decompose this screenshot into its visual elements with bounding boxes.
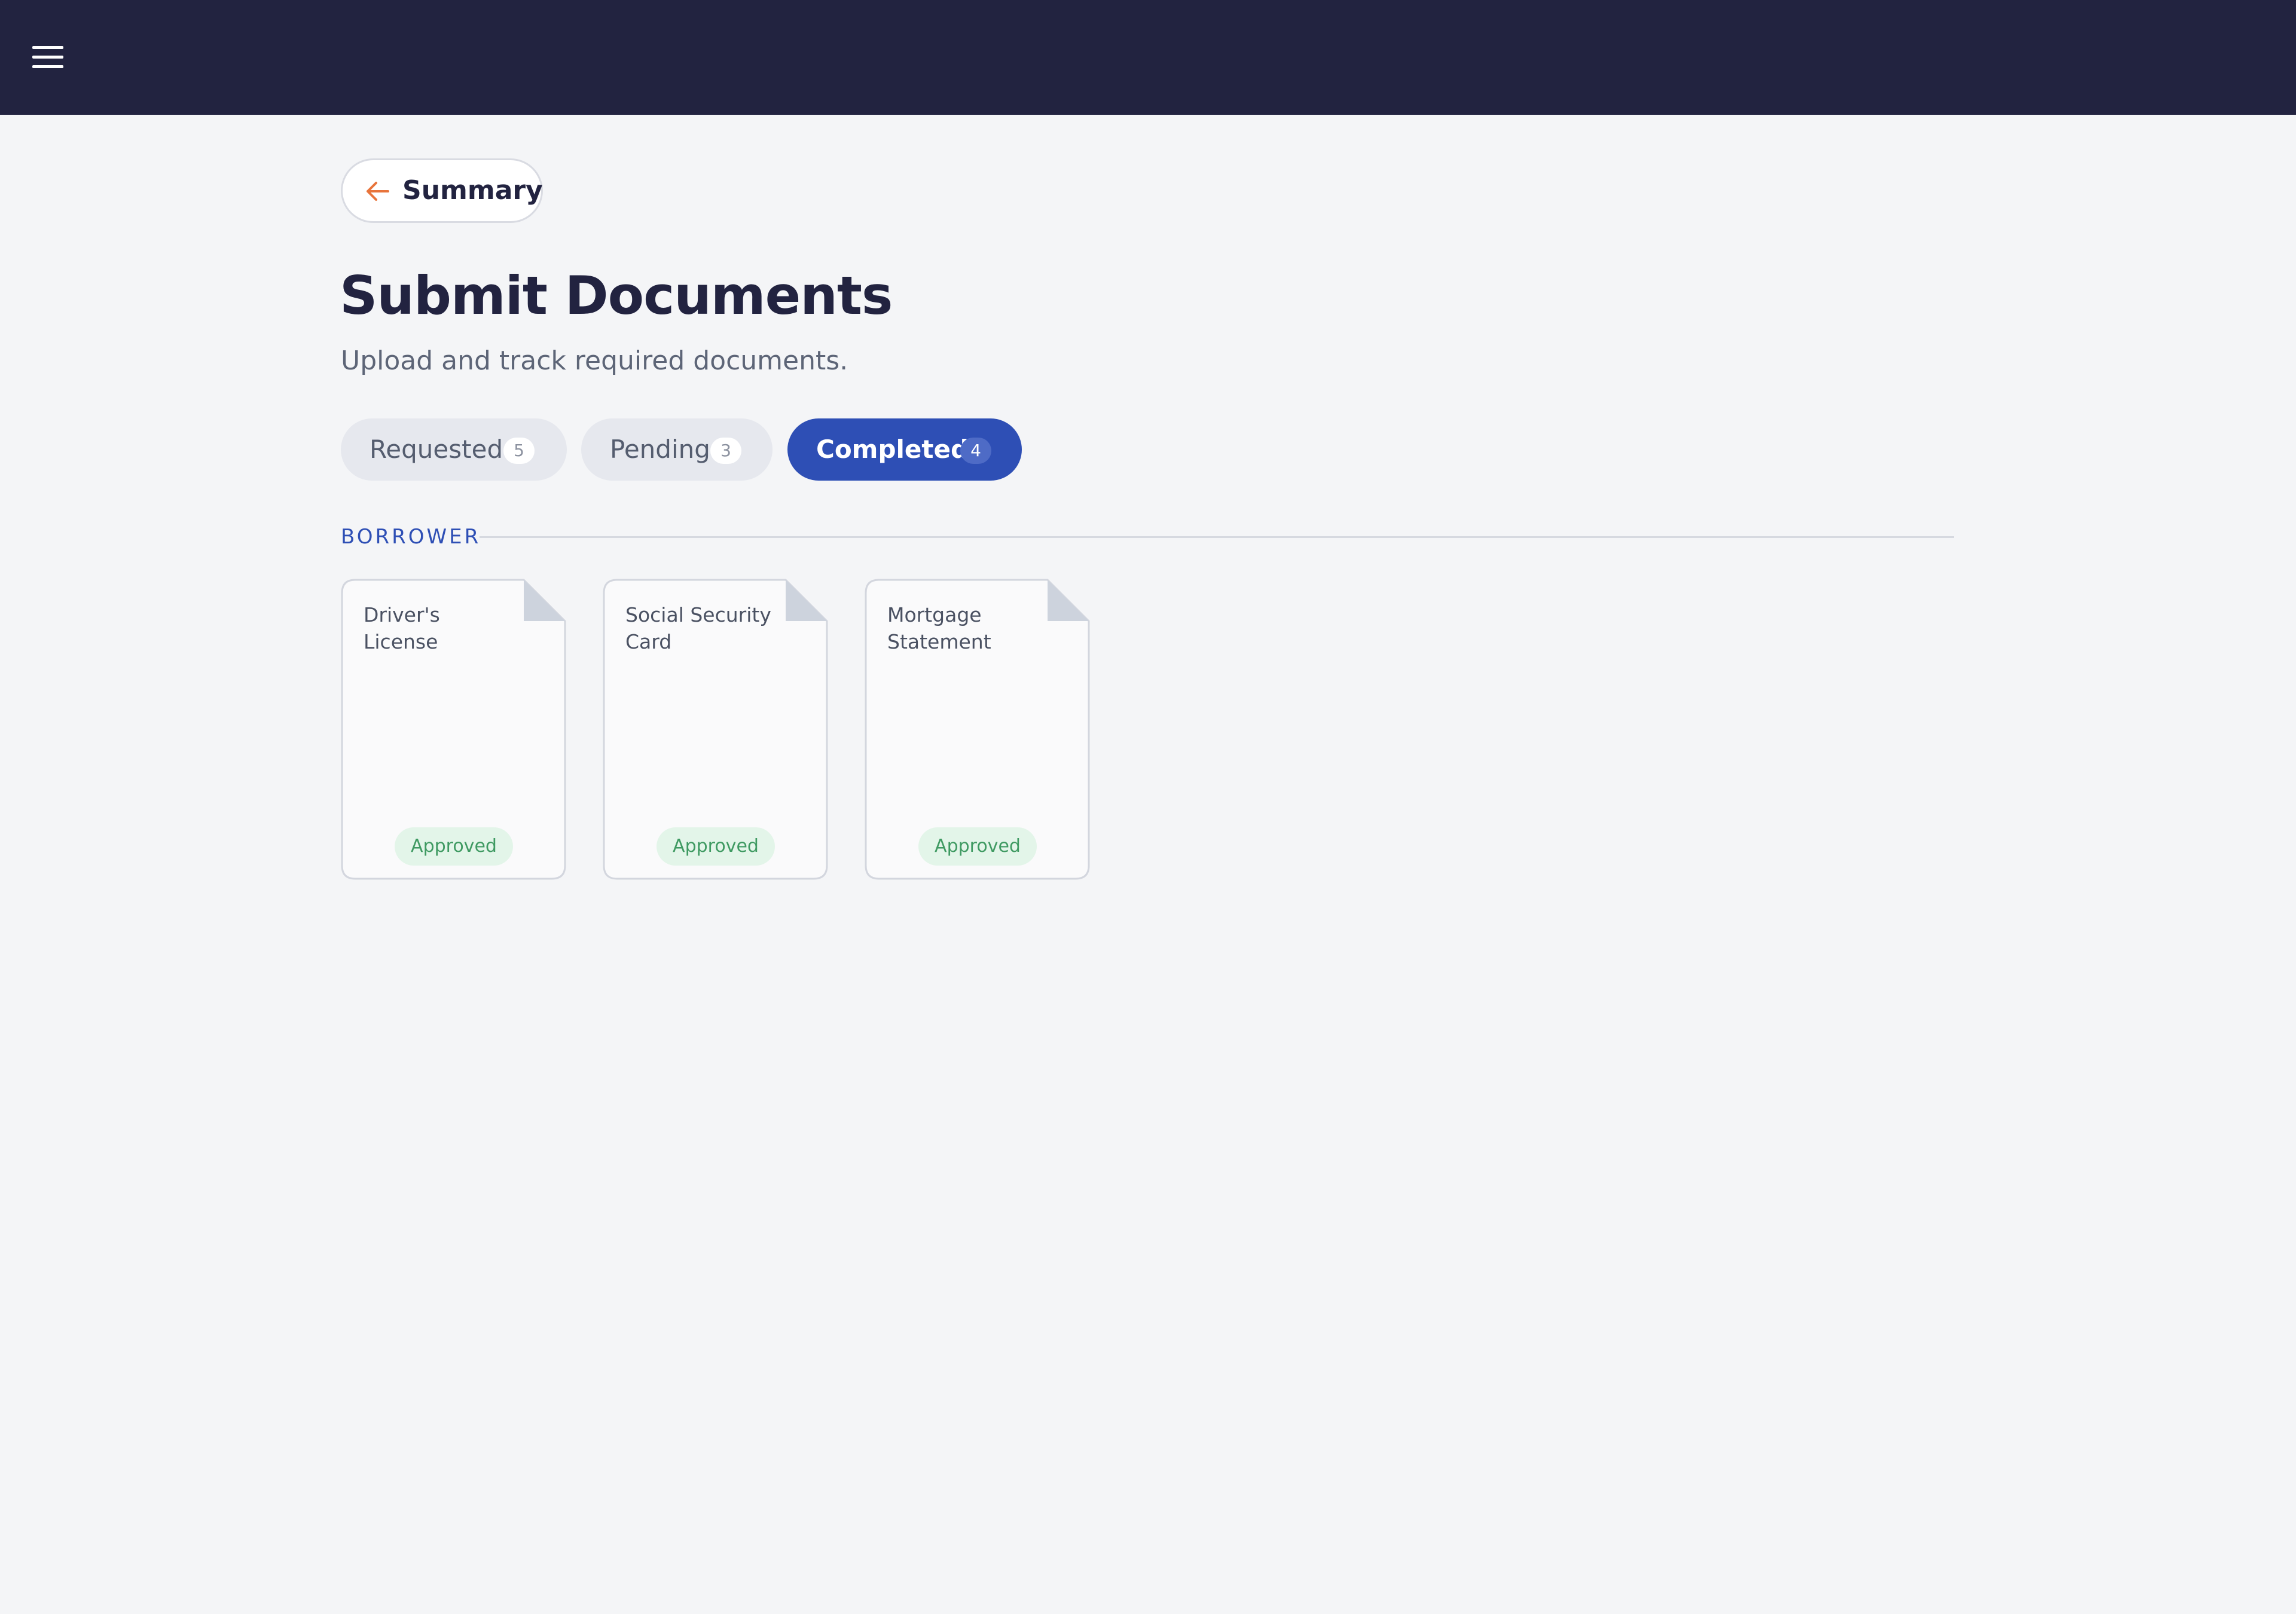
- page-title: Submit Documents: [340, 265, 893, 326]
- section-divider: [480, 536, 1954, 538]
- menu-line: [32, 65, 63, 68]
- menu-line: [32, 46, 63, 49]
- status-badge: Approved: [395, 827, 513, 866]
- back-button-label: Summary: [402, 175, 543, 206]
- tab-completed[interactable]: Completed 4: [787, 418, 1022, 481]
- document-title: Driver's License: [364, 603, 440, 653]
- status-badge: Approved: [657, 827, 775, 866]
- tab-pending-label: Pending: [610, 435, 710, 464]
- tab-requested-label: Requested: [370, 435, 503, 464]
- page-subtitle: Upload and track required documents.: [341, 346, 848, 376]
- tab-requested[interactable]: Requested 5: [341, 418, 567, 481]
- document-card[interactable]: Mortgage Statement Approved: [865, 579, 1090, 880]
- tab-requested-count-badge: 5: [503, 438, 535, 464]
- hamburger-menu-icon[interactable]: [26, 41, 69, 74]
- document-title: Mortgage Statement: [887, 603, 991, 653]
- section-label-borrower: BORROWER: [341, 525, 481, 549]
- tab-pending-count-badge: 3: [710, 438, 741, 464]
- document-title: Social Security Card: [625, 603, 771, 653]
- status-badge: Approved: [918, 827, 1037, 866]
- arrow-left-icon: [367, 182, 389, 201]
- tab-pending[interactable]: Pending 3: [581, 418, 773, 481]
- document-card[interactable]: Social Security Card Approved: [603, 579, 828, 880]
- tab-completed-label: Completed: [816, 435, 969, 464]
- menu-line: [32, 56, 63, 59]
- tab-completed-count-badge: 4: [960, 438, 991, 464]
- back-to-summary-button[interactable]: Summary: [341, 158, 543, 223]
- top-navigation-bar: [0, 0, 2296, 115]
- document-card[interactable]: Driver's License Approved: [341, 579, 566, 880]
